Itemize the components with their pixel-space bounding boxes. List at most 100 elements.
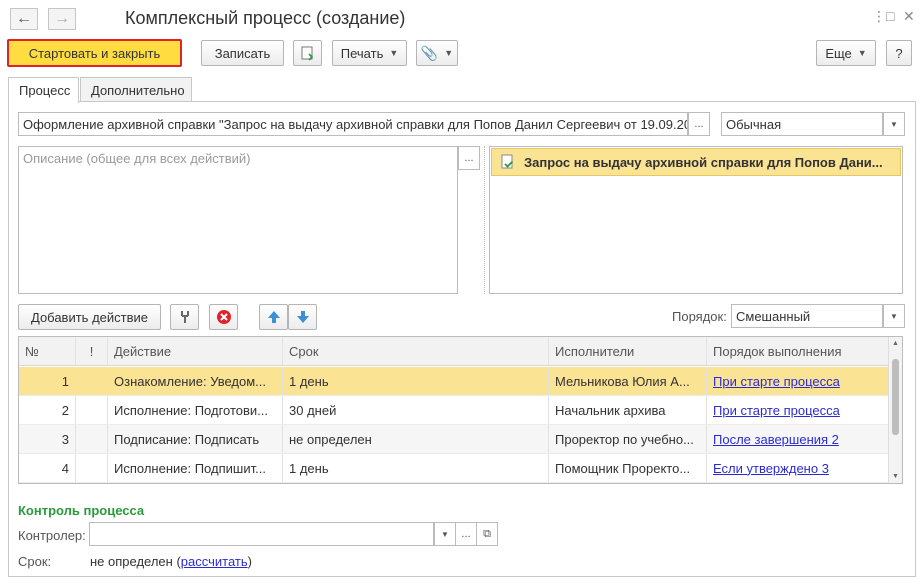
more-icon[interactable]: ⋮	[872, 8, 886, 25]
order-select[interactable]: Смешанный	[731, 304, 883, 328]
scrollbar-thumb[interactable]	[892, 359, 899, 435]
controller-select-button[interactable]: ...	[455, 522, 477, 546]
row-order-link[interactable]: Если утверждено 3	[713, 461, 829, 476]
table-row[interactable]: 3 Подписание: Подписать не определен Про…	[19, 425, 889, 454]
row-order-link[interactable]: При старте процесса	[713, 374, 840, 389]
add-action-button[interactable]: Добавить действие	[18, 304, 161, 330]
importance-dropdown-button[interactable]: ▼	[883, 112, 905, 136]
term-close: )	[247, 554, 252, 569]
tab-process-label: Процесс	[19, 83, 71, 98]
row-executors: Проректор по учебно...	[549, 425, 707, 453]
tab-additional[interactable]: Дополнительно	[80, 77, 192, 102]
order-value: Смешанный	[736, 308, 811, 324]
row-importance	[76, 425, 108, 453]
actions-table: № ! Действие Срок Исполнители Порядок вы…	[18, 336, 903, 484]
description-open-button[interactable]: ...	[458, 146, 480, 170]
order-dropdown-button[interactable]: ▼	[883, 304, 905, 328]
controller-field[interactable]	[89, 522, 434, 546]
table-row[interactable]: 4 Исполнение: Подпишит... 1 день Помощни…	[19, 454, 889, 483]
row-executors: Начальник архива	[549, 396, 707, 424]
help-button[interactable]: ?	[886, 40, 912, 66]
column-header-term[interactable]: Срок	[283, 337, 549, 365]
calculate-link[interactable]: рассчитать	[181, 554, 248, 569]
term-value-container: не определен (рассчитать)	[90, 554, 252, 569]
delete-button[interactable]	[209, 304, 238, 330]
table-row[interactable]: 2 Исполнение: Подготови... 30 дней Начал…	[19, 396, 889, 425]
row-term: 30 дней	[283, 396, 549, 424]
importance-select[interactable]: Обычная	[721, 112, 883, 136]
column-header-executors[interactable]: Исполнители	[549, 337, 707, 365]
arrow-left-icon: ←	[16, 10, 32, 27]
start-and-close-button[interactable]: Стартовать и закрыть	[7, 39, 182, 67]
maximize-icon[interactable]: □	[886, 8, 894, 24]
table-row[interactable]: 1 Ознакомление: Уведом... 1 день Мельник…	[19, 367, 889, 396]
settings-button[interactable]	[170, 304, 199, 330]
add-action-label: Добавить действие	[31, 309, 148, 325]
process-name-open-button[interactable]: ...	[688, 112, 710, 136]
close-icon[interactable]: ✕	[903, 8, 915, 25]
row-action: Исполнение: Подпишит...	[108, 454, 283, 482]
description-field[interactable]: Описание (общее для всех действий)	[18, 146, 458, 294]
process-name-field[interactable]: Оформление архивной справки "Запрос на в…	[18, 112, 688, 136]
chevron-down-icon: ▼	[890, 119, 898, 129]
row-order: После завершения 2	[707, 425, 882, 453]
row-order-link[interactable]: При старте процесса	[713, 403, 840, 418]
column-header-number[interactable]: №	[19, 337, 76, 365]
document-icon	[301, 46, 313, 61]
save-button[interactable]: Записать	[201, 40, 284, 66]
scroll-up-icon[interactable]: ▲	[892, 340, 899, 347]
chevron-down-icon: ▼	[389, 48, 399, 58]
process-name-value: Оформление архивной справки "Запрос на в…	[23, 116, 688, 132]
print-label: Печать	[340, 45, 384, 61]
controller-label: Контролер:	[18, 528, 86, 543]
table-scrollbar[interactable]: ▲ ▼	[888, 337, 902, 483]
column-header-action[interactable]: Действие	[108, 337, 283, 365]
row-importance	[76, 367, 108, 395]
tab-additional-label: Дополнительно	[91, 82, 185, 98]
process-control-heading: Контроль процесса	[18, 503, 145, 518]
term-value: не определен (	[90, 554, 181, 569]
column-header-order[interactable]: Порядок выполнения	[707, 337, 882, 365]
row-importance	[76, 454, 108, 482]
divider	[484, 146, 485, 294]
attachment-item[interactable]: Запрос на выдачу архивной справки для По…	[491, 148, 901, 176]
row-number: 2	[19, 396, 76, 424]
chevron-down-icon: ▼	[444, 48, 454, 58]
forward-button[interactable]: →	[48, 8, 76, 30]
scroll-down-icon[interactable]: ▼	[892, 473, 899, 480]
row-action: Подписание: Подписать	[108, 425, 283, 453]
row-number: 4	[19, 454, 76, 482]
start-and-close-label: Стартовать и закрыть	[28, 45, 161, 61]
column-header-importance[interactable]: !	[76, 337, 108, 365]
row-action: Ознакомление: Уведом...	[108, 367, 283, 395]
move-down-button[interactable]	[288, 304, 317, 330]
print-button[interactable]: Печать ▼	[332, 40, 407, 66]
arrow-down-icon	[296, 311, 309, 323]
row-action: Исполнение: Подготови...	[108, 396, 283, 424]
ellipsis-icon: ...	[464, 152, 474, 164]
controller-dropdown-button[interactable]: ▼	[434, 522, 456, 546]
back-button[interactable]: ←	[10, 8, 38, 30]
more-menu-button[interactable]: Еще ▼	[816, 40, 876, 66]
window-title: Комплексный процесс (создание)	[125, 8, 406, 28]
row-number: 3	[19, 425, 76, 453]
wrench-icon	[180, 311, 189, 323]
attachment-title: Запрос на выдачу архивной справки для По…	[524, 154, 883, 170]
attachment-button[interactable]: 📎 ▼	[416, 40, 458, 66]
row-order-link[interactable]: После завершения 2	[713, 432, 839, 447]
row-order: При старте процесса	[707, 367, 882, 395]
document-check-icon	[501, 154, 514, 169]
row-order: При старте процесса	[707, 396, 882, 424]
chevron-down-icon: ▼	[857, 48, 867, 58]
move-up-button[interactable]	[259, 304, 288, 330]
chevron-down-icon: ▼	[890, 311, 898, 321]
ellipsis-icon: ...	[461, 528, 471, 540]
delete-icon	[216, 310, 231, 324]
help-icon: ?	[895, 45, 903, 61]
tab-process[interactable]: Процесс	[8, 77, 79, 103]
arrow-right-icon: →	[54, 10, 70, 27]
ellipsis-icon: ...	[694, 118, 704, 130]
save-document-button[interactable]	[293, 40, 322, 66]
description-placeholder: Описание (общее для всех действий)	[23, 151, 251, 166]
controller-open-button[interactable]: ⧉	[476, 522, 498, 546]
